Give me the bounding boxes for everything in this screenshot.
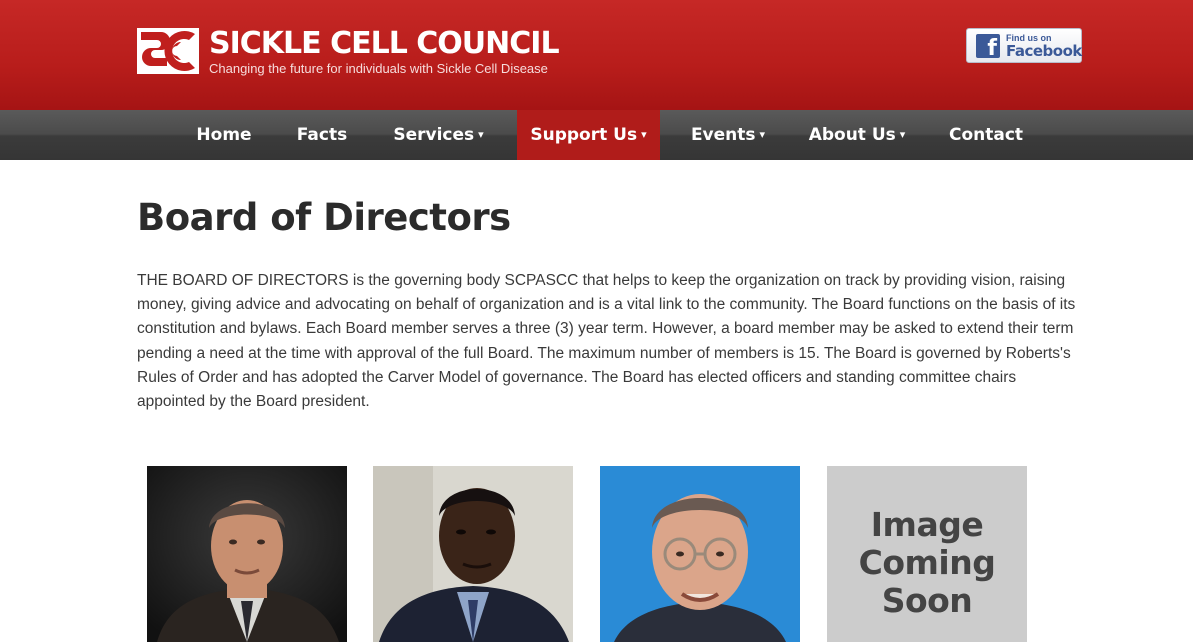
nav-item-label: Contact bbox=[948, 125, 1024, 145]
nav-item-services[interactable]: Services ▾ bbox=[379, 110, 498, 160]
chevron-down-icon: ▾ bbox=[641, 128, 647, 141]
placeholder-line: Coming bbox=[858, 543, 996, 582]
nav-item-label: Services bbox=[393, 125, 475, 145]
nav-item-support-us[interactable]: Support Us ▾ bbox=[517, 110, 660, 160]
placeholder-line: Image bbox=[870, 505, 984, 544]
chevron-down-icon: ▾ bbox=[759, 128, 766, 141]
nav-item-label: About Us bbox=[808, 125, 896, 145]
facebook-icon: f bbox=[976, 34, 1000, 61]
chevron-down-icon: ▾ bbox=[478, 128, 484, 141]
board-member-photo[interactable] bbox=[600, 466, 800, 642]
site-tagline: Changing the future for individuals with… bbox=[209, 61, 548, 76]
nav-item-contact[interactable]: Contact bbox=[937, 110, 1035, 160]
placeholder-line: Soon bbox=[881, 581, 973, 620]
site-header: SICKLE CELL COUNCIL Changing the future … bbox=[0, 0, 1193, 110]
site-logo[interactable]: SICKLE CELL COUNCIL Changing the future … bbox=[137, 26, 567, 78]
nav-item-facts[interactable]: Facts bbox=[283, 110, 361, 160]
board-member-photo[interactable] bbox=[147, 466, 347, 642]
main-nav: Home Facts Services ▾ Support Us ▾ Events ▾… bbox=[0, 110, 1193, 160]
chevron-down-icon: ▾ bbox=[899, 128, 906, 141]
nav-item-label: Support Us bbox=[530, 125, 638, 145]
board-member-photo[interactable] bbox=[373, 466, 573, 642]
nav-item-label: Events bbox=[690, 125, 756, 145]
nav-item-label: Home bbox=[196, 125, 252, 145]
nav-item-home[interactable]: Home bbox=[183, 110, 265, 160]
image-coming-soon-placeholder: Image Coming Soon bbox=[827, 466, 1027, 642]
intro-paragraph: THE BOARD OF DIRECTORS is the governing … bbox=[137, 272, 1076, 411]
logo-mark-icon bbox=[137, 28, 199, 74]
facebook-button[interactable]: f Find us on Facebook bbox=[966, 28, 1082, 63]
nav-item-about-us[interactable]: About Us ▾ bbox=[797, 110, 917, 160]
page-title: Board of Directors bbox=[137, 196, 511, 239]
nav-item-events[interactable]: Events ▾ bbox=[680, 110, 776, 160]
facebook-big-label: Facebook bbox=[1006, 42, 1082, 60]
nav-item-label: Facts bbox=[296, 125, 348, 145]
site-title: SICKLE CELL COUNCIL bbox=[209, 26, 560, 61]
